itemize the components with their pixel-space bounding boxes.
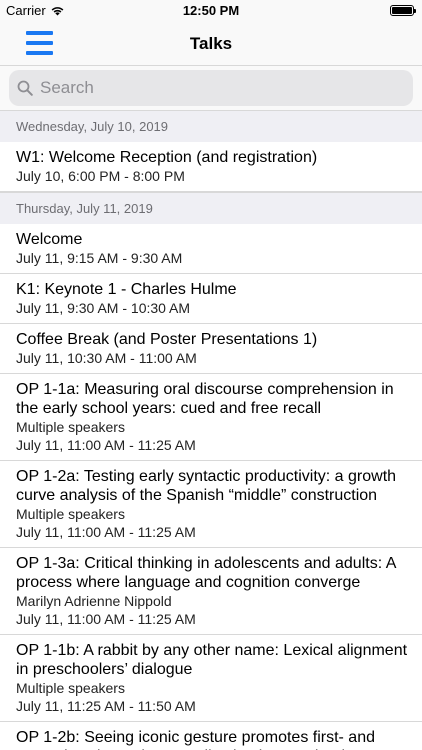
search-bar bbox=[0, 66, 422, 110]
search-field[interactable] bbox=[9, 70, 413, 106]
talk-time: July 11, 11:00 AM - 11:25 AM bbox=[16, 524, 196, 540]
talk-time: July 11, 9:30 AM - 10:30 AM bbox=[16, 300, 191, 316]
talk-title: OP 1-1a: Measuring oral discourse compre… bbox=[16, 381, 394, 417]
talk-speaker: Marilyn Adrienne Nippold bbox=[16, 593, 172, 609]
battery-icon bbox=[390, 5, 416, 16]
status-bar: Carrier 12:50 PM bbox=[0, 0, 422, 22]
talk-row[interactable]: OP 1-1b: A rabbit by any other name: Lex… bbox=[0, 635, 422, 722]
talk-row[interactable]: Coffee Break (and Poster Presentations 1… bbox=[0, 324, 422, 374]
talk-title: OP 1-2a: Testing early syntactic product… bbox=[16, 468, 397, 504]
talk-time: July 11, 11:00 AM - 11:25 AM bbox=[16, 611, 196, 627]
talk-time: July 11, 10:30 AM - 11:00 AM bbox=[16, 350, 197, 366]
talk-title: OP 1-1b: A rabbit by any other name: Lex… bbox=[16, 642, 408, 678]
talk-row[interactable]: W1: Welcome Reception (and registration)… bbox=[0, 142, 422, 192]
talk-speaker: Multiple speakers bbox=[16, 419, 125, 435]
talk-row[interactable]: OP 1-3a: Critical thinking in adolescent… bbox=[0, 548, 422, 635]
talk-time: July 11, 9:15 AM - 9:30 AM bbox=[16, 250, 183, 266]
talk-time: July 10, 6:00 PM - 8:00 PM bbox=[16, 168, 185, 184]
section-header: Thursday, July 11, 2019 bbox=[0, 192, 422, 224]
clock: 12:50 PM bbox=[182, 3, 240, 18]
talk-title: Coffee Break (and Poster Presentations 1… bbox=[16, 331, 318, 348]
talk-time: July 11, 11:00 AM - 11:25 AM bbox=[16, 437, 196, 453]
talk-row[interactable]: K1: Keynote 1 - Charles Hulme July 11, 9:… bbox=[0, 274, 422, 324]
talk-title: Welcome bbox=[16, 231, 83, 248]
talks-list[interactable]: Wednesday, July 10, 2019 W1: Welcome Rece… bbox=[0, 110, 422, 750]
search-icon bbox=[17, 80, 33, 96]
search-input[interactable] bbox=[40, 78, 400, 98]
talk-title: W1: Welcome Reception (and registration) bbox=[16, 149, 318, 166]
talk-row[interactable]: OP 1-2a: Testing early syntactic product… bbox=[0, 461, 422, 548]
talk-title: OP 1-3a: Critical thinking in adolescent… bbox=[16, 555, 396, 591]
talk-time: July 11, 11:25 AM - 11:50 AM bbox=[16, 698, 196, 714]
navigation-bar: Talks bbox=[0, 22, 422, 66]
talk-row[interactable]: OP 1-1a: Measuring oral discourse compre… bbox=[0, 374, 422, 461]
talk-row[interactable]: Welcome July 11, 9:15 AM - 9:30 AM bbox=[0, 224, 422, 274]
talk-row[interactable]: OP 1-2b: Seeing iconic gesture promotes … bbox=[0, 722, 422, 750]
section-header: Wednesday, July 10, 2019 bbox=[0, 110, 422, 142]
page-title: Talks bbox=[189, 34, 233, 53]
talk-speaker: Multiple speakers bbox=[16, 506, 125, 522]
talk-title: OP 1-2b: Seeing iconic gesture promotes … bbox=[16, 729, 375, 750]
talk-title: K1: Keynote 1 - Charles Hulme bbox=[16, 281, 237, 298]
talk-speaker: Multiple speakers bbox=[16, 680, 125, 696]
